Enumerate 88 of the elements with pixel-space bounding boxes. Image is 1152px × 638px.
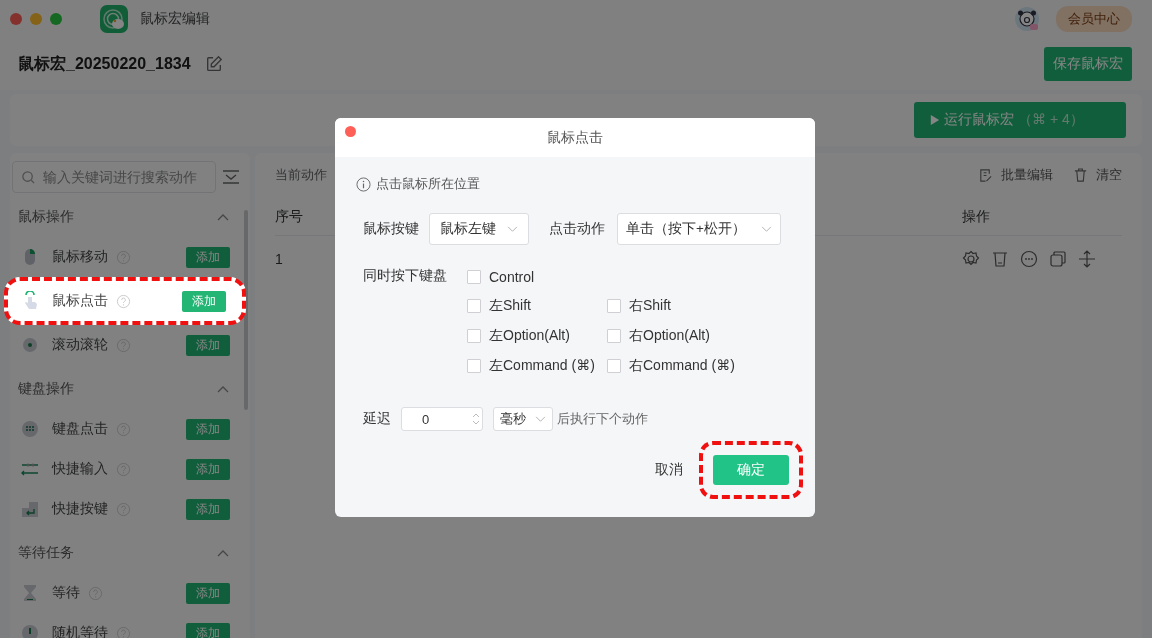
window-title: 鼠标宏编辑 — [140, 10, 210, 28]
field-label: 点击动作 — [549, 220, 605, 238]
confirm-button[interactable]: 确定 — [713, 455, 789, 485]
close-window-button[interactable] — [10, 13, 22, 25]
caret-icon — [761, 225, 772, 233]
app-logo-icon — [100, 5, 128, 33]
drag-icon[interactable] — [1078, 250, 1096, 268]
search-icon — [21, 170, 36, 185]
keypad-icon — [20, 419, 40, 439]
delete-icon[interactable] — [991, 250, 1009, 268]
unit-select[interactable]: 毫秒 — [493, 407, 553, 431]
checkbox[interactable] — [467, 270, 481, 284]
edit-icon[interactable] — [204, 55, 223, 73]
delay-suffix: 后执行下个动作 — [557, 410, 648, 428]
info-icon — [356, 176, 371, 192]
avatar-icon[interactable] — [1014, 6, 1040, 32]
zoom-window-button[interactable] — [50, 13, 62, 25]
collapse-all-icon[interactable] — [222, 169, 240, 185]
delay-input[interactable]: 0 — [401, 407, 483, 431]
checkbox[interactable] — [467, 329, 481, 343]
minimize-window-button[interactable] — [30, 13, 42, 25]
checkbox[interactable] — [607, 299, 621, 313]
action-count-label: 当前动作 — [275, 166, 327, 184]
spinner-arrows-icon[interactable] — [472, 411, 480, 427]
checkbox-label: 右Option(Alt) — [629, 327, 710, 345]
collapse-chevron-icon[interactable] — [216, 384, 230, 394]
add-button[interactable]: 添加 — [186, 582, 230, 604]
help-icon[interactable] — [116, 293, 131, 309]
checkbox-label: 右Command (⌘) — [629, 357, 735, 375]
caret-icon — [535, 415, 546, 423]
checkbox[interactable] — [607, 359, 621, 373]
category-title: 等待任务 — [18, 544, 74, 562]
cancel-button[interactable]: 取消 — [649, 460, 689, 480]
enter-key-icon — [20, 499, 40, 519]
search-field[interactable]: 输入关键词进行搜索动作 — [12, 161, 216, 193]
action-label: 滚动滚轮 — [52, 336, 108, 354]
member-center-button[interactable]: 会员中心 — [1056, 6, 1132, 32]
table-cell: 1 — [275, 251, 283, 267]
column-header: 序号 — [275, 207, 303, 224]
action-label: 随机等待 — [52, 624, 108, 638]
run-macro-button[interactable]: 运行鼠标宏 （⌘ + 4） — [914, 102, 1126, 138]
add-button[interactable]: 添加 — [186, 246, 230, 268]
action-label: 鼠标移动 — [52, 248, 108, 266]
checkbox[interactable] — [607, 329, 621, 343]
field-label: 同时按下键盘 — [363, 266, 448, 285]
save-macro-button[interactable]: 保存鼠标宏 — [1044, 47, 1132, 81]
macro-name: 鼠标宏_20250220_1834 — [18, 53, 191, 74]
edit-list-icon — [978, 167, 993, 183]
checkbox[interactable] — [467, 359, 481, 373]
action-label: 键盘点击 — [52, 420, 108, 438]
caret-icon — [507, 225, 518, 233]
more-icon[interactable] — [1020, 250, 1038, 268]
checkbox-label: 左Shift — [489, 297, 531, 315]
play-icon — [930, 114, 940, 126]
click-action-select[interactable]: 单击（按下+松开） — [617, 213, 781, 245]
batch-edit-button[interactable]: 批量编辑 — [978, 166, 1053, 184]
add-button[interactable]: 添加 — [186, 418, 230, 440]
add-button[interactable]: 添加 — [186, 334, 230, 356]
trash-icon — [1073, 167, 1088, 183]
action-label: 快捷输入 — [52, 460, 108, 478]
clock-icon — [20, 623, 40, 638]
copy-icon[interactable] — [1049, 250, 1067, 268]
checkbox[interactable] — [467, 299, 481, 313]
action-label: 等待 — [52, 584, 80, 602]
checkbox-label: Control — [489, 269, 535, 285]
column-header: 操作 — [962, 207, 990, 224]
checkbox-label: 左Option(Alt) — [489, 327, 570, 345]
clear-button[interactable]: 清空 — [1073, 166, 1122, 184]
add-button[interactable]: 添加 — [186, 498, 230, 520]
category-title: 键盘操作 — [18, 380, 74, 398]
add-button[interactable]: 添加 — [182, 290, 226, 312]
collapse-chevron-icon[interactable] — [216, 212, 230, 222]
action-label: 鼠标点击 — [52, 292, 108, 310]
dialog-title: 鼠标点击 — [547, 128, 603, 147]
add-button[interactable]: 添加 — [186, 458, 230, 480]
collapse-chevron-icon[interactable] — [216, 548, 230, 558]
field-label: 鼠标按键 — [363, 220, 419, 238]
field-label: 延迟 — [363, 410, 391, 428]
action-label: 快捷按键 — [52, 500, 108, 518]
settings-icon[interactable] — [962, 250, 980, 268]
category-title: 鼠标操作 — [18, 208, 74, 226]
checkbox-label: 右Shift — [629, 297, 671, 315]
add-button[interactable]: 添加 — [186, 622, 230, 638]
dialog-close-button[interactable] — [345, 126, 356, 137]
checkbox-label: 左Command (⌘) — [489, 357, 595, 375]
mouse-button-select[interactable]: 鼠标左键 — [429, 213, 529, 245]
hint-text: 点击鼠标所在位置 — [376, 175, 480, 193]
wheel-icon — [20, 335, 40, 355]
